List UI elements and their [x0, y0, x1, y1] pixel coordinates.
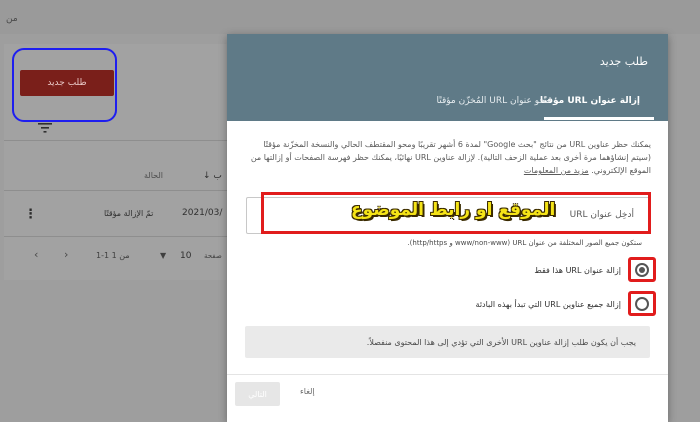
radio-label-prefix[interactable]: إزالة جميع عناوين URL التي تبدأ بهذه الب… — [476, 300, 621, 309]
page-size-label: صفحة — [204, 252, 222, 260]
tab-temporary-remove[interactable]: إزالة عنوان URL مؤقتًا — [540, 96, 640, 106]
pagination-range: 1-1 من 1 — [96, 251, 130, 260]
blue-annotation-circle — [12, 48, 117, 122]
chevron-right-icon[interactable]: › — [64, 248, 68, 261]
top-bar-text: من — [6, 14, 18, 24]
footer-divider — [227, 374, 668, 375]
tab-clear-cached[interactable]: محو عنوان URL المُخزّن مؤقتًا — [436, 96, 550, 106]
radio-label-this-url[interactable]: إزالة عنوان URL هذا فقط — [534, 266, 621, 275]
chevron-left-icon[interactable]: ‹ — [34, 248, 38, 261]
radio-remove-prefix[interactable] — [635, 297, 649, 311]
url-hint: ستكون جميع الصور المختلفة من عنوان URL (… — [407, 239, 642, 247]
next-button[interactable]: التالي — [235, 382, 280, 406]
page-size-select[interactable]: 10 — [180, 251, 191, 261]
filter-icon[interactable] — [38, 122, 52, 134]
info-box: يجب أن يكون طلب إزالة عناوين URL الأخرى … — [245, 326, 650, 358]
radio-selected-dot — [639, 267, 645, 273]
more-vert-icon[interactable]: ⋮ — [24, 208, 37, 221]
row-status: تمّ الإزالة مؤقتًا — [104, 209, 154, 218]
caret-down-icon[interactable]: ▼ — [160, 251, 166, 260]
overlay-annotation-text: الموقع او رابط الموضوع — [351, 200, 556, 220]
radio-remove-this-url[interactable] — [635, 263, 649, 277]
info-text: يجب أن يكون طلب إزالة عناوين URL الأخرى … — [366, 338, 636, 347]
dialog-description: يمكنك حظر عناوين URL من نتائج "بحث Googl… — [245, 138, 651, 177]
top-bar: من — [0, 0, 700, 34]
column-header-status: الحالة — [144, 171, 163, 180]
dialog-title: طلب جديد — [599, 55, 648, 68]
column-header-sort[interactable]: ↓ ب — [203, 171, 222, 181]
learn-more-link[interactable]: مزيد من المعلومات — [524, 166, 589, 175]
new-request-dialog: طلب جديد إزالة عنوان URL مؤقتًا محو عنوا… — [227, 34, 668, 422]
cancel-button[interactable]: إلغاء — [300, 387, 315, 396]
description-text: يمكنك حظر عناوين URL من نتائج "بحث Googl… — [250, 140, 651, 175]
dialog-header: طلب جديد إزالة عنوان URL مؤقتًا محو عنوا… — [227, 34, 668, 121]
row-date: 2021/03/ — [182, 208, 223, 218]
active-tab-indicator — [544, 117, 654, 120]
